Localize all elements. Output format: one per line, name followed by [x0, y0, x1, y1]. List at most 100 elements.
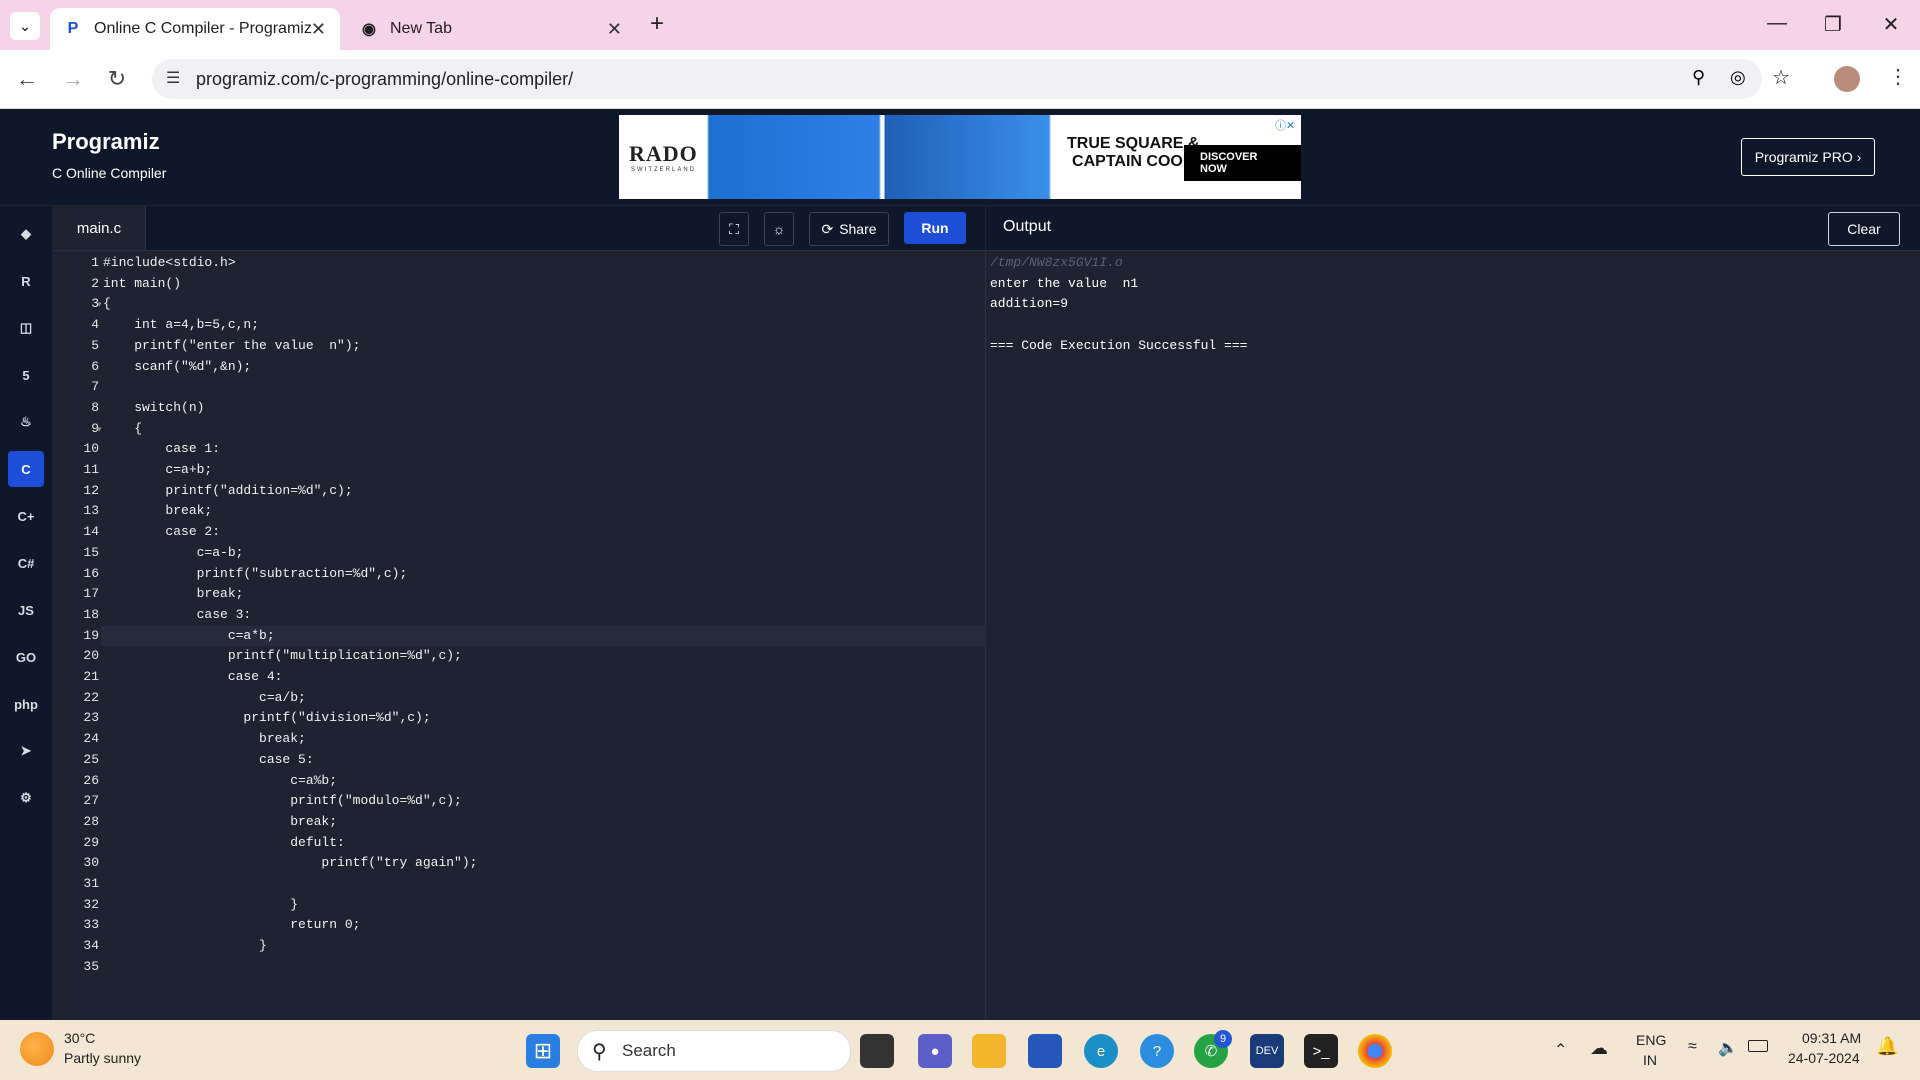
onedrive-icon[interactable]: ☁ [1590, 1038, 1608, 1059]
r-icon[interactable]: R [8, 263, 44, 299]
language-item[interactable]: JS [8, 592, 44, 628]
wifi-icon[interactable]: ≈ [1688, 1038, 1697, 1056]
programiz-pro-button[interactable]: Programiz PRO › [1741, 138, 1875, 176]
language-indicator-1[interactable]: ENG [1636, 1032, 1666, 1048]
clock-date[interactable]: 24-07-2024 [1788, 1050, 1860, 1066]
tab-new-tab[interactable]: ◉ New Tab ✕ [346, 8, 636, 50]
menu-icon[interactable]: ⋮ [1888, 64, 1908, 89]
battery-icon[interactable] [1748, 1040, 1768, 1052]
logo[interactable]: Programiz [52, 129, 160, 155]
code-line[interactable]: printf("division=%d",c); [103, 710, 430, 725]
code-line[interactable]: defult: [103, 835, 345, 850]
code-line[interactable]: case 1: [103, 441, 220, 456]
java-icon[interactable]: ♨ [8, 404, 44, 440]
fold-icon[interactable]: ▾ [97, 424, 102, 435]
help-icon[interactable]: ? [1140, 1034, 1174, 1068]
minimize-icon[interactable]: — [1762, 12, 1792, 35]
weather-desc[interactable]: Partly sunny [64, 1050, 141, 1066]
code-line[interactable]: int main() [103, 276, 181, 291]
teams-chat-icon[interactable]: ● [918, 1034, 952, 1068]
code-line[interactable]: break; [103, 731, 306, 746]
ad-info-icon[interactable]: ⓘ✕ [1275, 117, 1295, 133]
language-indicator-2[interactable]: IN [1643, 1052, 1657, 1068]
cpp-icon[interactable]: C+ [8, 498, 44, 534]
code-line[interactable]: printf("modulo=%d",c); [103, 793, 462, 808]
taskbar-search[interactable]: ⚲ Search [577, 1030, 851, 1072]
clear-button[interactable]: Clear [1828, 212, 1900, 246]
code-line[interactable]: { [103, 296, 111, 311]
code-line[interactable]: scanf("%d",&n); [103, 359, 251, 374]
avatar[interactable] [1834, 66, 1860, 92]
weather-temp[interactable]: 30°C [64, 1030, 95, 1046]
zoom-icon[interactable]: ⚲ [1692, 67, 1705, 88]
windows-start-icon[interactable]: ⊞ [526, 1034, 560, 1068]
volume-icon[interactable]: 🔈 [1718, 1038, 1738, 1058]
code-line[interactable]: printf("enter the value n"); [103, 338, 360, 353]
csharp-icon[interactable]: C# [8, 545, 44, 581]
code-line[interactable]: break; [103, 503, 212, 518]
file-explorer-icon[interactable] [972, 1034, 1006, 1068]
html-icon[interactable]: 5 [8, 357, 44, 393]
code-line[interactable]: } [103, 938, 267, 953]
clock-time[interactable]: 09:31 AM [1802, 1030, 1861, 1046]
code-line[interactable]: printf("subtraction=%d",c); [103, 566, 408, 581]
new-tab-button[interactable]: + [650, 10, 664, 38]
code-line[interactable]: printf("try again"); [103, 855, 477, 870]
theme-toggle-icon[interactable]: ☼ [764, 212, 794, 246]
star-icon[interactable]: ☆ [1772, 65, 1790, 90]
eye-off-icon[interactable]: ◎ [1730, 67, 1746, 88]
tab-search-button[interactable]: ⌄ [10, 12, 40, 40]
code-line[interactable]: c=a-b; [103, 545, 244, 560]
reload-icon[interactable]: ↻ [102, 66, 132, 92]
code-line[interactable]: return 0; [103, 917, 360, 932]
code-line[interactable]: case 2: [103, 524, 220, 539]
code-line[interactable]: case 3: [103, 607, 252, 622]
fold-icon[interactable]: ▾ [97, 299, 102, 310]
ad-cta-button[interactable]: DISCOVER NOW [1184, 145, 1301, 181]
restore-icon[interactable]: ❐ [1818, 12, 1848, 37]
code-line[interactable]: c=a%b; [103, 773, 337, 788]
code-line[interactable]: { [103, 421, 142, 436]
code-line[interactable]: c=a/b; [103, 690, 306, 705]
code-line[interactable]: printf("multiplication=%d",c); [103, 648, 462, 663]
code-editor[interactable]: 1 2 3 4 5 6 7 8 9 10 11 12 13 14 15 16 17 18 19 20 21 22 23 24 2… [53, 251, 986, 1020]
back-icon[interactable]: ← [12, 66, 42, 92]
c-icon[interactable]: C [8, 451, 44, 487]
code-line[interactable]: c=a*b; [103, 628, 275, 643]
code-line[interactable]: break; [103, 586, 244, 601]
edge-icon[interactable]: e [1084, 1034, 1118, 1068]
sql-icon[interactable]: ◫ [8, 310, 44, 346]
weather-icon[interactable] [20, 1032, 54, 1066]
close-icon[interactable]: ✕ [607, 19, 622, 40]
close-icon[interactable]: ✕ [311, 19, 326, 40]
code-line[interactable]: c=a+b; [103, 462, 212, 477]
task-view-icon[interactable] [860, 1034, 894, 1068]
store-icon[interactable] [1028, 1034, 1062, 1068]
code-line[interactable]: int a=4,b=5,c,n; [103, 317, 259, 332]
address-bar[interactable]: ☰ programiz.com/c-programming/online-com… [152, 59, 1790, 99]
code-line[interactable]: case 4: [103, 669, 283, 684]
run-button[interactable]: Run [904, 212, 966, 244]
language-item[interactable]: GO [8, 639, 44, 675]
chrome-taskbar-icon[interactable] [1358, 1034, 1392, 1068]
chevron-up-icon[interactable]: ⌃ [1554, 1040, 1567, 1060]
notification-icon[interactable]: 🔔 [1876, 1036, 1898, 1057]
tab-programiz[interactable]: P Online C Compiler - Programiz ✕ [50, 8, 340, 50]
code-line[interactable]: case 5: [103, 752, 314, 767]
share-button[interactable]: ⟳ Share [809, 212, 889, 246]
site-info-icon[interactable]: ☰ [166, 68, 180, 88]
code-line[interactable]: switch(n) [103, 400, 204, 415]
dev-app-icon[interactable]: DEV [1250, 1034, 1284, 1068]
advertisement-banner[interactable]: RADO SWITZERLAND TRUE SQUARE & CAPTAIN C… [619, 115, 1301, 199]
terminal-icon[interactable]: >_ [1304, 1034, 1338, 1068]
forward-icon[interactable]: → [58, 66, 88, 92]
file-tab[interactable]: main.c [53, 206, 146, 250]
language-item[interactable]: php [8, 686, 44, 722]
code-line[interactable]: #include<stdio.h> [103, 255, 236, 270]
python-icon[interactable]: ◆ [8, 216, 44, 252]
close-window-icon[interactable]: ✕ [1876, 12, 1906, 37]
code-line[interactable]: printf("addition=%d",c); [103, 483, 352, 498]
swift-icon[interactable]: ➤ [8, 733, 44, 769]
rust-icon[interactable]: ⚙ [8, 780, 44, 816]
fullscreen-icon[interactable]: ⛶ [719, 212, 749, 246]
